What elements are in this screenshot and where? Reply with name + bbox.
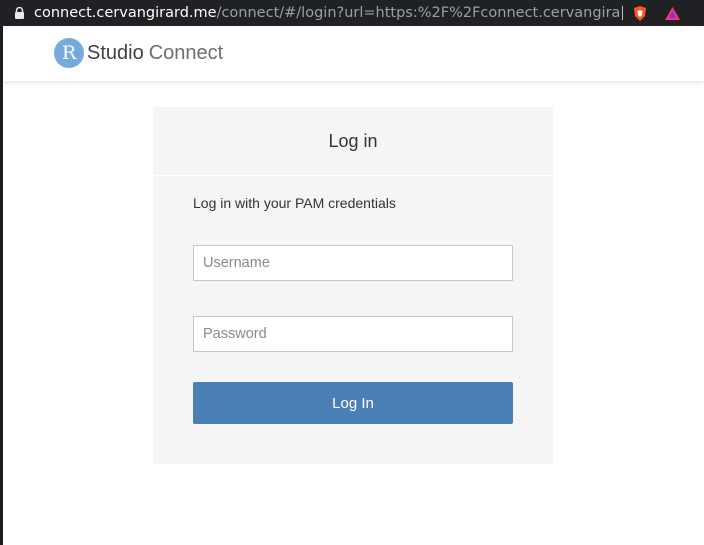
lock-icon[interactable]: [14, 6, 25, 19]
login-subtitle: Log in with your PAM credentials: [193, 195, 396, 211]
logo-r-circle: R: [54, 38, 84, 68]
logo-connect-text: Connect: [148, 41, 224, 64]
logo-studio-text: Studio: [87, 41, 144, 64]
rstudio-connect-logo[interactable]: R Studio Connect: [54, 38, 223, 68]
brave-rewards-icon[interactable]: [664, 6, 681, 21]
app-header: R Studio Connect: [3, 26, 704, 81]
url-separator: [622, 6, 623, 20]
login-title: Log in: [153, 107, 553, 176]
browser-address-bar[interactable]: connect.cervangirard.me/connect/#/login?…: [0, 0, 704, 26]
login-button[interactable]: Log In: [193, 382, 513, 424]
url-path: /connect/#/login?url=https:%2F%2Fconnect…: [216, 5, 620, 21]
brave-shield-icon[interactable]: [632, 5, 648, 22]
url-text[interactable]: connect.cervangirard.me/connect/#/login?…: [34, 5, 620, 21]
login-panel: Log in Log in with your PAM credentials …: [153, 107, 553, 464]
url-host: connect.cervangirard.me: [34, 5, 217, 21]
password-input[interactable]: [193, 316, 513, 352]
window-edge: [0, 26, 3, 545]
username-input[interactable]: [193, 245, 513, 281]
